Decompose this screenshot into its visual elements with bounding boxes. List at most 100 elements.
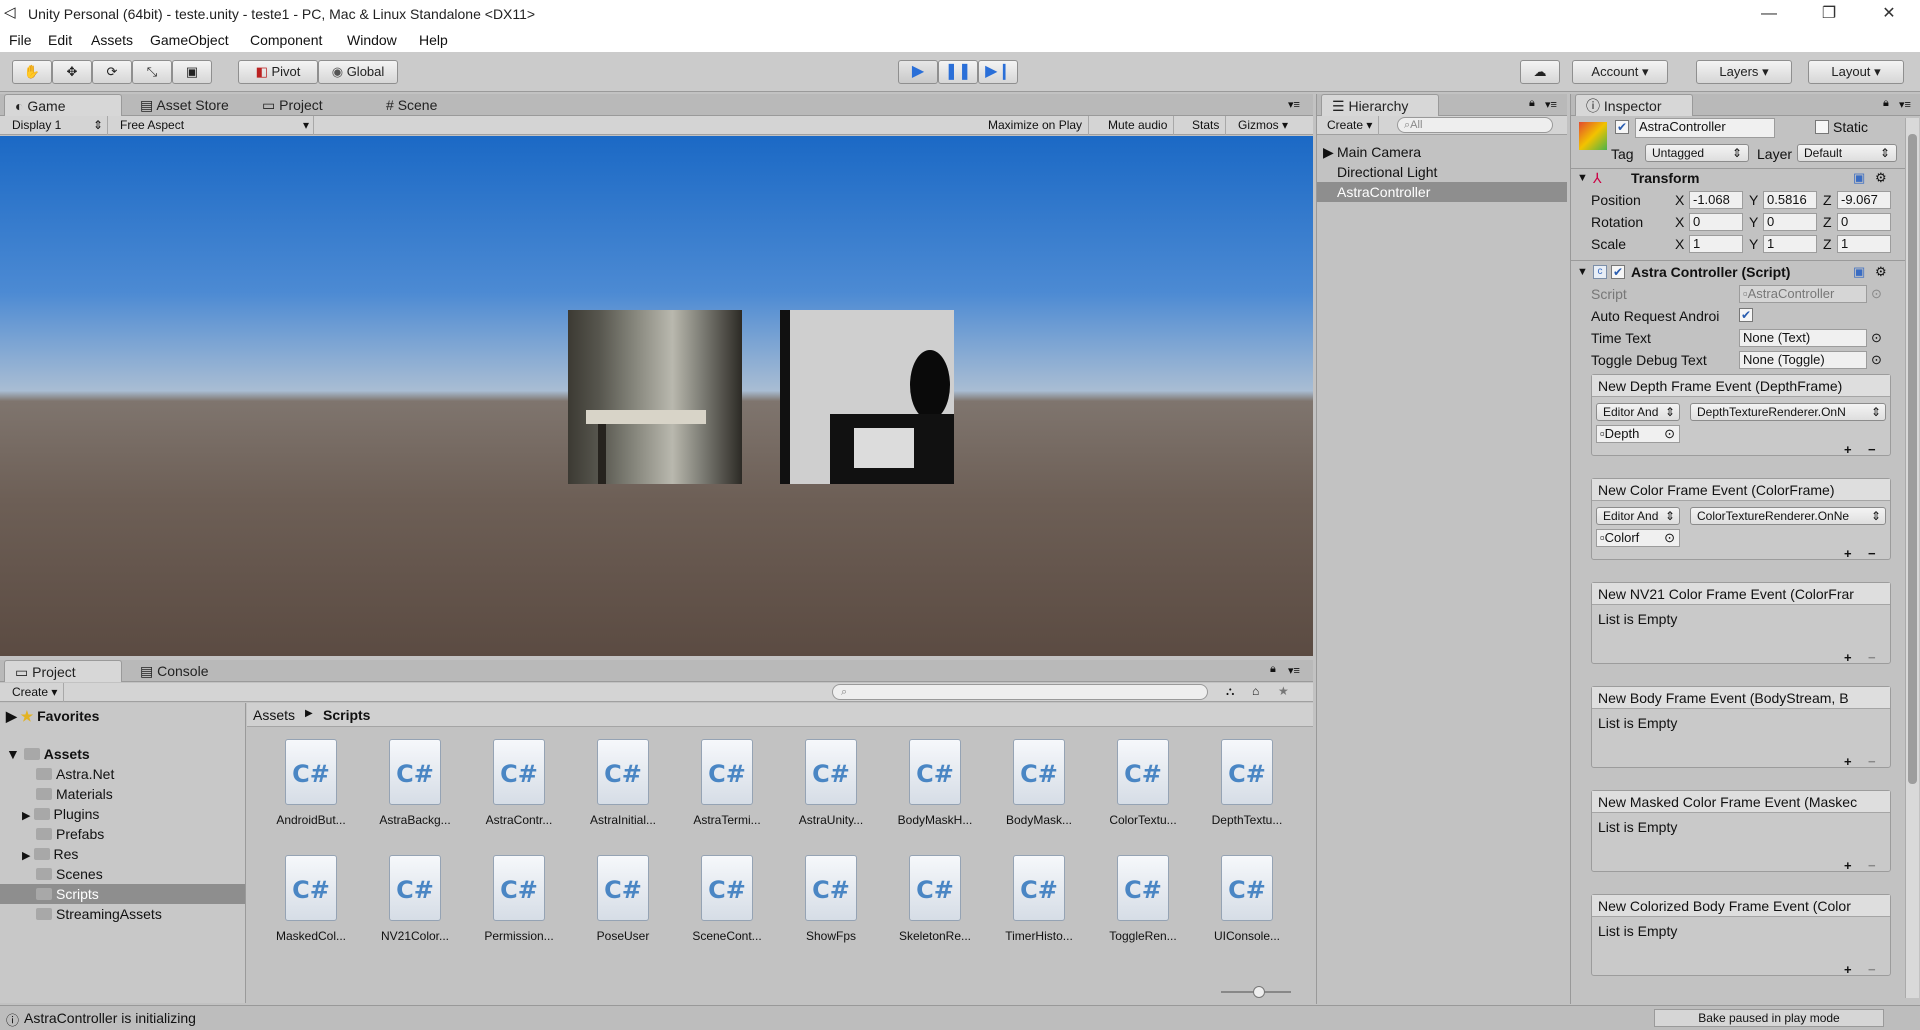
- script-asset[interactable]: C# TimerHisto...: [987, 855, 1091, 943]
- position-z-field[interactable]: -9.067: [1837, 191, 1891, 209]
- menu-help[interactable]: Help: [419, 32, 448, 48]
- hand-tool-button[interactable]: ✋: [12, 60, 52, 84]
- script-asset[interactable]: C# AstraUnity...: [779, 739, 883, 827]
- folder-plugins[interactable]: ▶ Plugins: [22, 804, 99, 824]
- tab-console[interactable]: ▤ Console: [130, 660, 219, 682]
- menu-component[interactable]: Component: [250, 32, 322, 48]
- script-asset[interactable]: C# SceneCont...: [675, 855, 779, 943]
- panel-menu-icon[interactable]: ▾≡: [1899, 98, 1911, 111]
- folder-materials[interactable]: Materials: [36, 784, 113, 804]
- hierarchy-create-button[interactable]: Create ▾: [1321, 116, 1380, 135]
- icon-size-slider[interactable]: [1221, 986, 1291, 998]
- script-asset[interactable]: C# NV21Color...: [363, 855, 467, 943]
- method-dropdown[interactable]: ColorTextureRenderer.OnNe ⇕: [1690, 507, 1886, 525]
- pivot-button[interactable]: ◧ Pivot: [238, 60, 318, 84]
- script-asset[interactable]: C# ColorTextu...: [1091, 739, 1195, 827]
- folder-res[interactable]: ▶ Res: [22, 844, 78, 864]
- hierarchy-item-main-camera[interactable]: ▶ Main Camera: [1317, 142, 1567, 162]
- help-icon[interactable]: ▣: [1853, 264, 1865, 280]
- runtime-dropdown[interactable]: Editor And ⇕: [1596, 507, 1680, 525]
- lock-icon[interactable]: 🔒︎: [1883, 97, 1889, 110]
- script-asset[interactable]: C# AstraInitial...: [571, 739, 675, 827]
- remove-listener-button[interactable]: −: [1868, 650, 1876, 665]
- remove-listener-button[interactable]: −: [1868, 442, 1876, 457]
- menu-edit[interactable]: Edit: [48, 32, 72, 48]
- stats-toggle[interactable]: Stats: [1186, 116, 1227, 135]
- assets-node[interactable]: ▼ Assets: [6, 744, 90, 764]
- status-message[interactable]: AstraController is initializing: [24, 1010, 196, 1026]
- help-icon[interactable]: ▣: [1853, 170, 1865, 186]
- lock-icon[interactable]: 🔒︎: [1529, 97, 1535, 110]
- filter-by-type-icon[interactable]: ⛬: [1226, 684, 1234, 699]
- script-asset[interactable]: C# AstraContr...: [467, 739, 571, 827]
- inspector-scrollbar[interactable]: [1905, 118, 1919, 998]
- static-checkbox[interactable]: [1815, 120, 1829, 134]
- position-x-field[interactable]: -1.068: [1689, 191, 1743, 209]
- script-asset[interactable]: C# DepthTextu...: [1195, 739, 1299, 827]
- layer-dropdown[interactable]: Default ⇕: [1797, 144, 1897, 162]
- maximize-on-play-toggle[interactable]: Maximize on Play: [982, 116, 1090, 135]
- breadcrumb-scripts[interactable]: Scripts: [323, 707, 370, 723]
- tab-scene[interactable]: # Scene: [376, 94, 447, 116]
- filter-by-label-icon[interactable]: ⌂: [1252, 684, 1259, 698]
- gear-icon[interactable]: ⚙: [1875, 264, 1887, 280]
- folder-astra-net[interactable]: Astra.Net: [36, 764, 114, 784]
- add-listener-button[interactable]: +: [1844, 546, 1852, 561]
- add-listener-button[interactable]: +: [1844, 858, 1852, 873]
- script-asset[interactable]: C# ToggleRen...: [1091, 855, 1195, 943]
- hierarchy-item-directional-light[interactable]: Directional Light: [1317, 162, 1567, 182]
- folder-streamingassets[interactable]: StreamingAssets: [36, 904, 162, 924]
- add-listener-button[interactable]: +: [1844, 442, 1852, 457]
- scale-z-field[interactable]: 1: [1837, 235, 1891, 253]
- layers-dropdown[interactable]: Layers ▾: [1696, 60, 1792, 84]
- auto-request-checkbox[interactable]: ✔: [1739, 308, 1753, 322]
- menu-file[interactable]: File: [9, 32, 32, 48]
- method-dropdown[interactable]: DepthTextureRenderer.OnN ⇕: [1690, 403, 1886, 421]
- remove-listener-button[interactable]: −: [1868, 546, 1876, 561]
- scale-tool-button[interactable]: ⤡: [132, 60, 172, 84]
- script-asset[interactable]: C# MaskedCol...: [259, 855, 363, 943]
- aspect-dropdown[interactable]: Free Aspect ▾: [114, 116, 314, 135]
- collapse-arrow-icon[interactable]: ▼: [1577, 266, 1588, 278]
- hierarchy-item-astracontroller[interactable]: AstraController: [1317, 182, 1567, 202]
- game-view[interactable]: [0, 136, 1313, 656]
- breadcrumb-assets[interactable]: Assets: [253, 707, 295, 723]
- scrollbar-thumb[interactable]: [1908, 134, 1917, 784]
- add-listener-button[interactable]: +: [1844, 650, 1852, 665]
- position-y-field[interactable]: 0.5816: [1763, 191, 1817, 209]
- expand-arrow-icon[interactable]: ▶: [1323, 142, 1334, 162]
- lock-icon[interactable]: 🔒︎: [1270, 663, 1276, 676]
- tab-project[interactable]: ▭ Project: [4, 660, 122, 682]
- scale-x-field[interactable]: 1: [1689, 235, 1743, 253]
- gizmos-dropdown[interactable]: Gizmos ▾: [1232, 116, 1294, 135]
- script-asset[interactable]: C# UIConsole...: [1195, 855, 1299, 943]
- script-asset[interactable]: C# PoseUser: [571, 855, 675, 943]
- tab-game[interactable]: ◐ Game: [4, 94, 122, 116]
- maximize-button[interactable]: ❐: [1806, 0, 1852, 28]
- object-name-field[interactable]: AstraController: [1635, 118, 1775, 138]
- tag-dropdown[interactable]: Untagged ⇕: [1645, 144, 1749, 162]
- display-dropdown[interactable]: Display 1 ⇕: [6, 116, 108, 135]
- tab-asset-store[interactable]: ▤ Asset Store: [130, 94, 239, 116]
- script-asset[interactable]: C# SkeletonRe...: [883, 855, 987, 943]
- folder-scenes[interactable]: Scenes: [36, 864, 103, 884]
- project-create-button[interactable]: Create ▾: [6, 683, 65, 702]
- menu-gameobject[interactable]: GameObject: [150, 32, 229, 48]
- minimize-button[interactable]: —: [1746, 0, 1792, 28]
- pause-button[interactable]: ❚❚: [938, 60, 978, 84]
- gear-icon[interactable]: ⚙: [1875, 170, 1887, 186]
- rotation-x-field[interactable]: 0: [1689, 213, 1743, 231]
- remove-listener-button[interactable]: −: [1868, 754, 1876, 769]
- remove-listener-button[interactable]: −: [1868, 962, 1876, 977]
- script-asset[interactable]: C# AndroidBut...: [259, 739, 363, 827]
- script-asset[interactable]: C# Permission...: [467, 855, 571, 943]
- tab-hierarchy[interactable]: ☰ Hierarchy: [1321, 94, 1439, 116]
- rotation-y-field[interactable]: 0: [1763, 213, 1817, 231]
- time-text-field[interactable]: None (Text): [1739, 329, 1867, 347]
- rotate-tool-button[interactable]: ⟳: [92, 60, 132, 84]
- collab-cloud-button[interactable]: ☁: [1520, 60, 1560, 84]
- rotation-z-field[interactable]: 0: [1837, 213, 1891, 231]
- rect-tool-button[interactable]: ▣: [172, 60, 212, 84]
- close-button[interactable]: ✕: [1866, 0, 1912, 28]
- tab-inspector[interactable]: ⓘ Inspector: [1575, 94, 1693, 116]
